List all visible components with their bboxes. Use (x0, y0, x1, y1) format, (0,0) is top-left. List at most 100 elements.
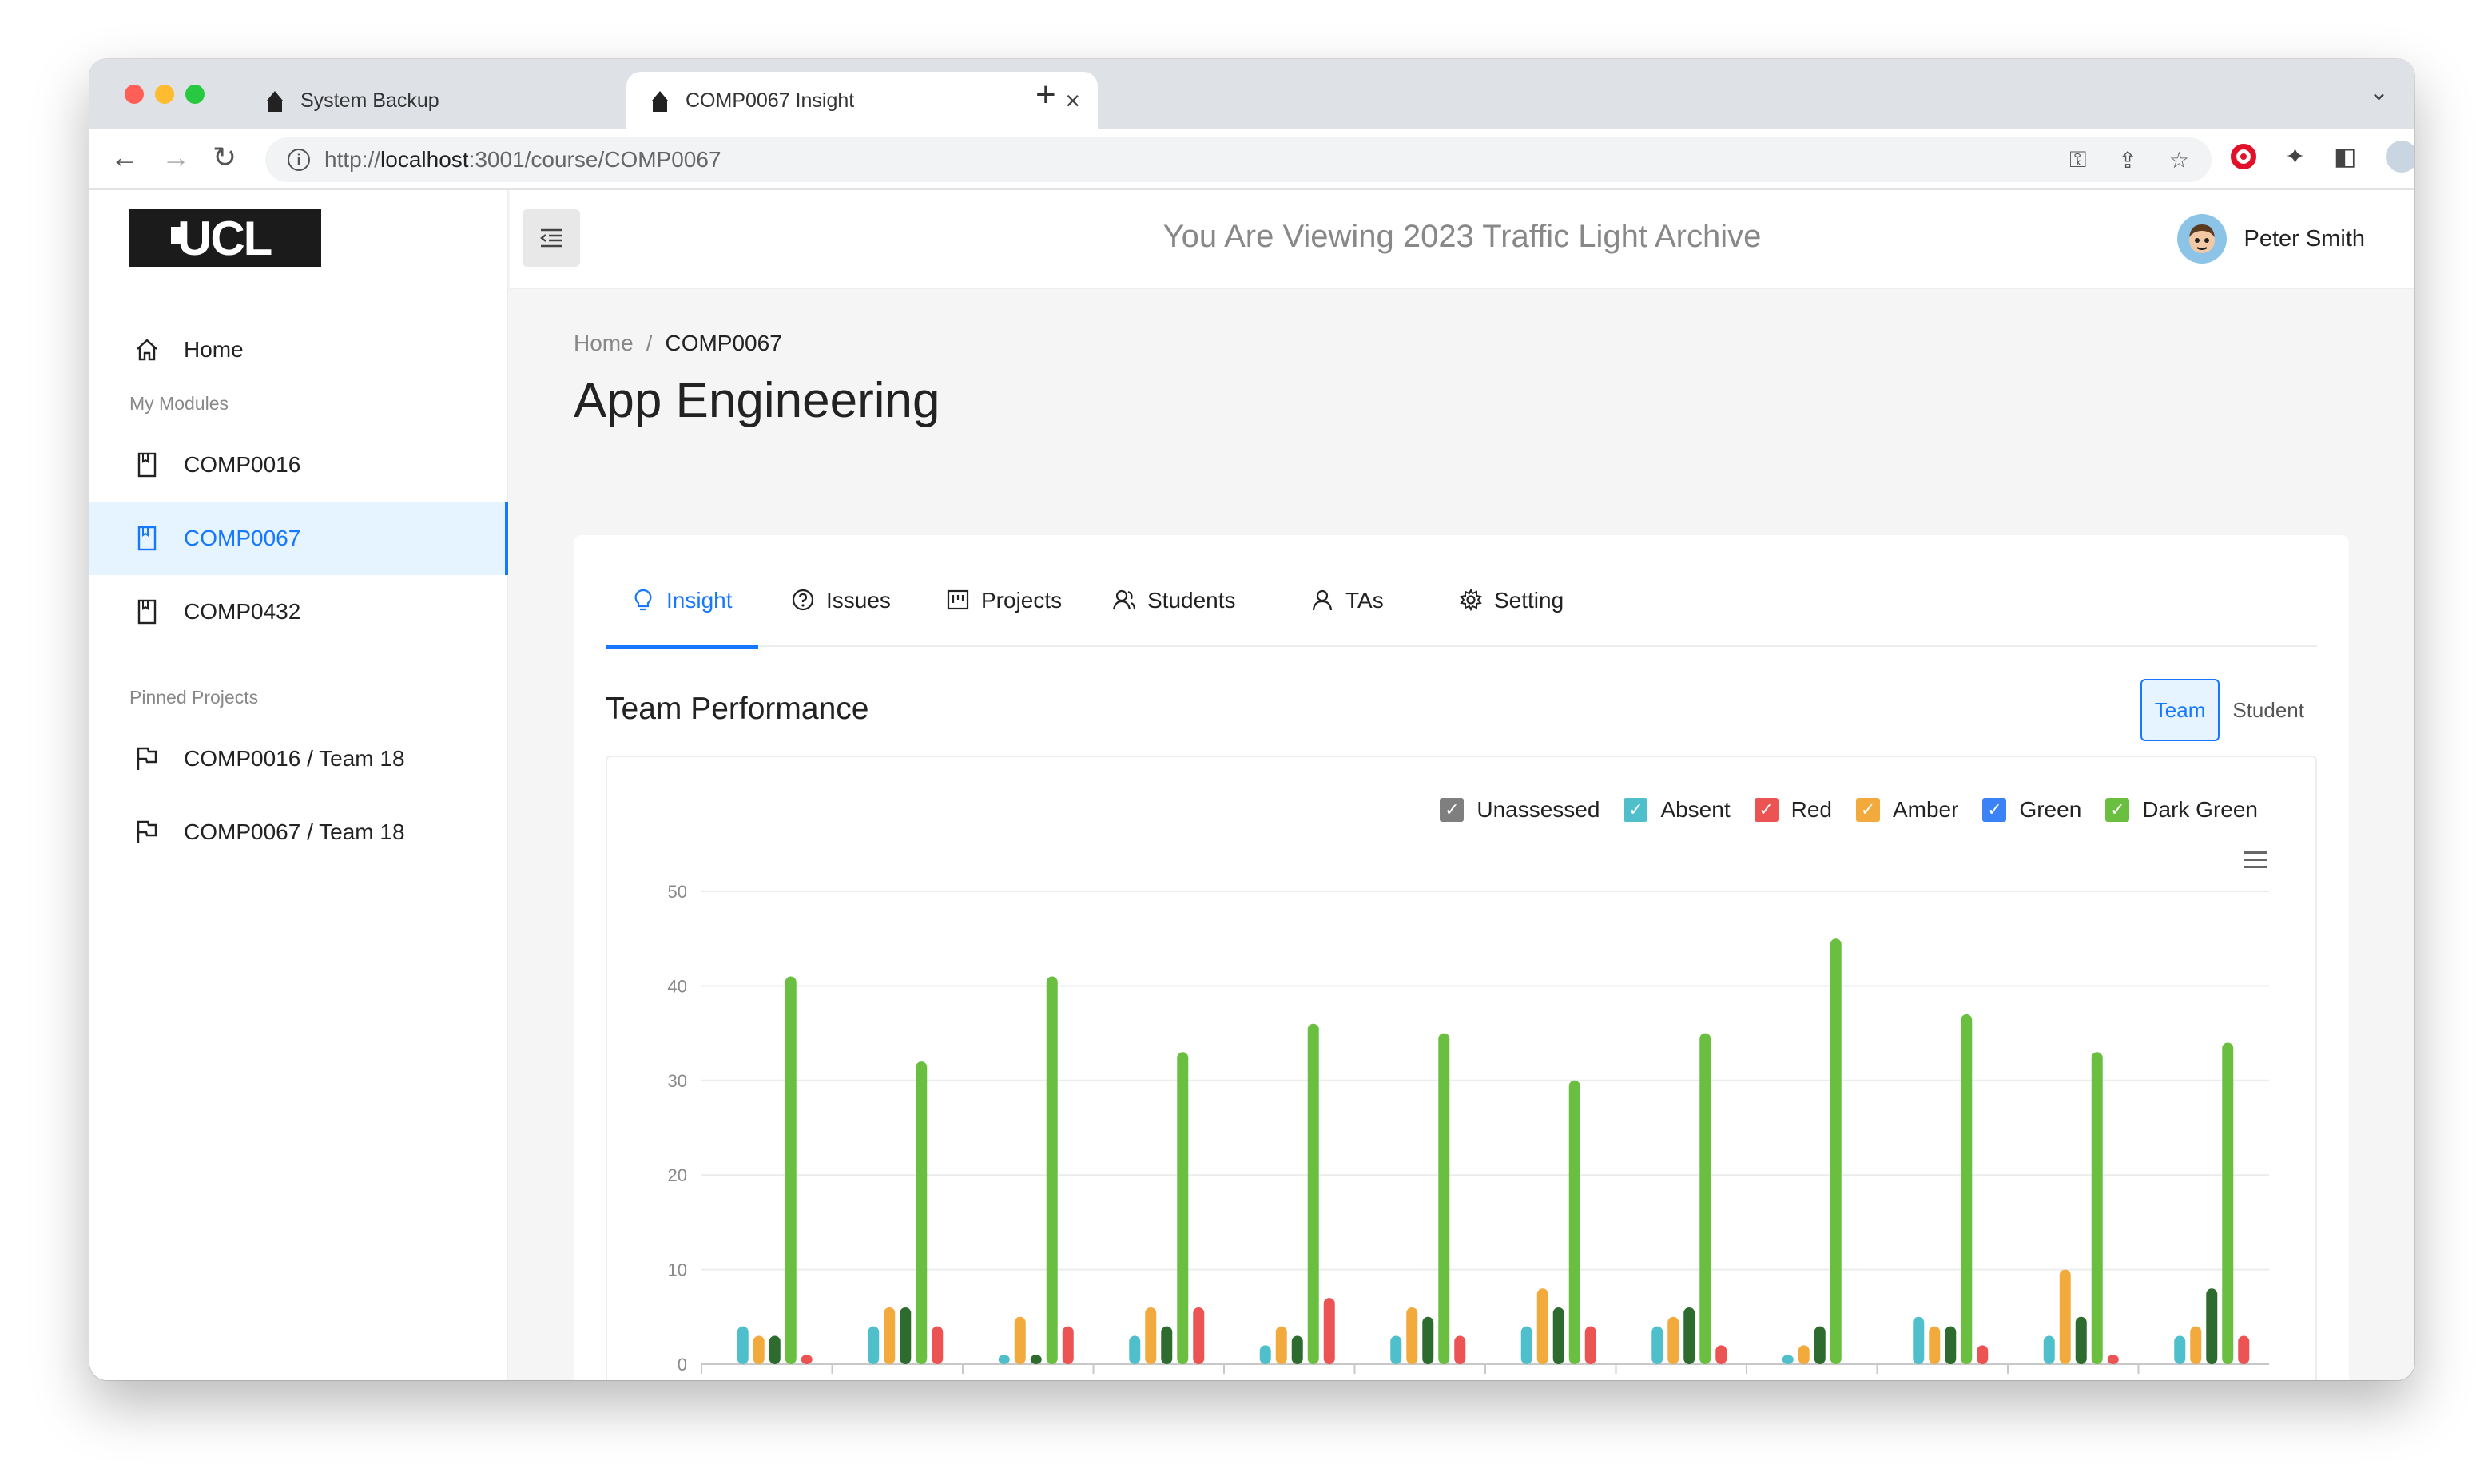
y-tick-label: 20 (668, 1165, 687, 1185)
bar-dark-green[interactable] (1438, 1033, 1450, 1364)
tab-label: Students (1147, 588, 1236, 613)
bar-red[interactable] (1323, 1298, 1335, 1364)
bar-amber[interactable] (1275, 1326, 1287, 1364)
bar-dark-green[interactable] (2222, 1042, 2234, 1364)
bar-amber[interactable] (884, 1307, 896, 1364)
bar-red[interactable] (1977, 1345, 1989, 1364)
close-window-button[interactable] (125, 85, 144, 104)
tab-issues[interactable]: Issues (791, 588, 891, 647)
profile-avatar-icon[interactable] (2385, 141, 2414, 173)
bar-green[interactable] (769, 1335, 781, 1364)
ucl-logo[interactable]: UCL (129, 209, 321, 267)
bar-amber[interactable] (1536, 1288, 1548, 1364)
sidebar-item-comp0432[interactable]: COMP0432 (89, 575, 508, 649)
bar-green[interactable] (1683, 1307, 1695, 1364)
new-tab-icon[interactable]: + (1035, 75, 1056, 115)
bar-amber[interactable] (1667, 1316, 1679, 1364)
bar-dark-green[interactable] (1961, 1014, 1973, 1364)
extensions-puzzle-icon[interactable]: ✦ (2285, 143, 2305, 171)
bar-dark-green[interactable] (2091, 1052, 2103, 1364)
back-arrow-icon[interactable]: ← (110, 141, 139, 174)
bar-red[interactable] (1454, 1335, 1466, 1364)
bar-absent[interactable] (2043, 1335, 2055, 1364)
bar-dark-green[interactable] (785, 976, 797, 1364)
bar-amber[interactable] (1406, 1307, 1418, 1364)
sidebar-item-pinned-comp0016-team18[interactable]: COMP0016 / Team 18 (89, 722, 508, 796)
browser-tab-comp0067-insight[interactable]: COMP0067 Insight × (626, 72, 1098, 129)
bar-dark-green[interactable] (916, 1061, 928, 1364)
reload-icon[interactable]: ↻ (213, 141, 236, 174)
bar-red[interactable] (1584, 1326, 1596, 1364)
maximize-window-button[interactable] (185, 85, 205, 104)
bar-red[interactable] (2238, 1335, 2250, 1364)
question-circle-icon (791, 588, 815, 612)
tab-tas[interactable]: TAs (1310, 588, 1384, 647)
student-toggle-button[interactable]: Student (2220, 679, 2317, 741)
tab-setting[interactable]: Setting (1459, 588, 1564, 647)
user-menu[interactable]: Peter Smith (2176, 214, 2365, 264)
bar-amber[interactable] (1798, 1345, 1810, 1364)
bar-amber[interactable] (1145, 1307, 1157, 1364)
bar-amber[interactable] (2059, 1269, 2071, 1364)
bar-dark-green[interactable] (1046, 976, 1058, 1364)
bar-red[interactable] (801, 1355, 813, 1364)
tab-insight[interactable]: Insight (606, 588, 758, 649)
share-icon[interactable]: ⇪ (2118, 147, 2136, 173)
bar-dark-green[interactable] (1568, 1080, 1580, 1364)
tab-projects[interactable]: Projects (946, 588, 1062, 647)
side-panel-icon[interactable]: ◧ (2334, 143, 2356, 171)
bar-dark-green[interactable] (1699, 1033, 1711, 1364)
sidebar-item-comp0067[interactable]: COMP0067 (89, 502, 508, 575)
bar-absent[interactable] (1782, 1355, 1794, 1364)
bar-absent[interactable] (1259, 1345, 1271, 1364)
bar-green[interactable] (900, 1307, 912, 1364)
close-tab-icon[interactable]: × (1065, 86, 1080, 116)
site-info-icon[interactable]: i (288, 149, 310, 171)
tab-students[interactable]: Students (1112, 588, 1236, 647)
bar-dark-green[interactable] (1307, 1023, 1319, 1364)
bar-dark-green[interactable] (1830, 938, 1842, 1364)
minimize-window-button[interactable] (155, 85, 174, 104)
bookmark-star-icon[interactable]: ☆ (2169, 147, 2189, 173)
sidebar-item-comp0016[interactable]: COMP0016 (89, 428, 508, 502)
bar-red[interactable] (932, 1326, 944, 1364)
bar-green[interactable] (2075, 1316, 2087, 1364)
sidebar-item-pinned-comp0067-team18[interactable]: COMP0067 / Team 18 (89, 796, 508, 869)
breadcrumb-home-link[interactable]: Home (574, 331, 634, 355)
bar-absent[interactable] (868, 1326, 880, 1364)
bar-absent[interactable] (1129, 1335, 1141, 1364)
team-toggle-button[interactable]: Team (2140, 679, 2220, 741)
bar-green[interactable] (2206, 1288, 2218, 1364)
bar-amber[interactable] (753, 1335, 765, 1364)
tab-search-chevron-icon[interactable]: ⌄ (2369, 78, 2389, 106)
bulb-icon (631, 588, 655, 612)
bar-amber[interactable] (1929, 1326, 1941, 1364)
bar-red[interactable] (1193, 1307, 1205, 1364)
bar-green[interactable] (1291, 1335, 1303, 1364)
bar-absent[interactable] (1913, 1316, 1925, 1364)
bar-dark-green[interactable] (1177, 1052, 1189, 1364)
bar-green[interactable] (1030, 1355, 1042, 1364)
sidebar-item-home[interactable]: Home (89, 313, 508, 387)
bar-absent[interactable] (1390, 1335, 1402, 1364)
bar-red[interactable] (2107, 1355, 2119, 1364)
bar-green[interactable] (1814, 1326, 1826, 1364)
bar-red[interactable] (1715, 1345, 1727, 1364)
bar-amber[interactable] (1014, 1316, 1026, 1364)
bar-absent[interactable] (2174, 1335, 2186, 1364)
team-icon (1112, 588, 1136, 612)
bar-absent[interactable] (1651, 1326, 1663, 1364)
bar-absent[interactable] (1520, 1326, 1532, 1364)
bar-green[interactable] (1552, 1307, 1564, 1364)
opera-extension-icon[interactable] (2231, 144, 2256, 169)
bar-absent[interactable] (998, 1355, 1010, 1364)
bar-red[interactable] (1062, 1326, 1074, 1364)
bar-green[interactable] (1422, 1316, 1434, 1364)
bar-green[interactable] (1945, 1326, 1957, 1364)
bar-absent[interactable] (737, 1326, 749, 1364)
bar-amber[interactable] (2190, 1326, 2202, 1364)
key-icon[interactable]: ⚿ (2069, 147, 2086, 173)
bar-green[interactable] (1161, 1326, 1173, 1364)
forward-arrow-icon[interactable]: → (161, 141, 190, 174)
address-bar[interactable]: i http://localhost:3001/course/COMP0067 … (265, 137, 2212, 182)
